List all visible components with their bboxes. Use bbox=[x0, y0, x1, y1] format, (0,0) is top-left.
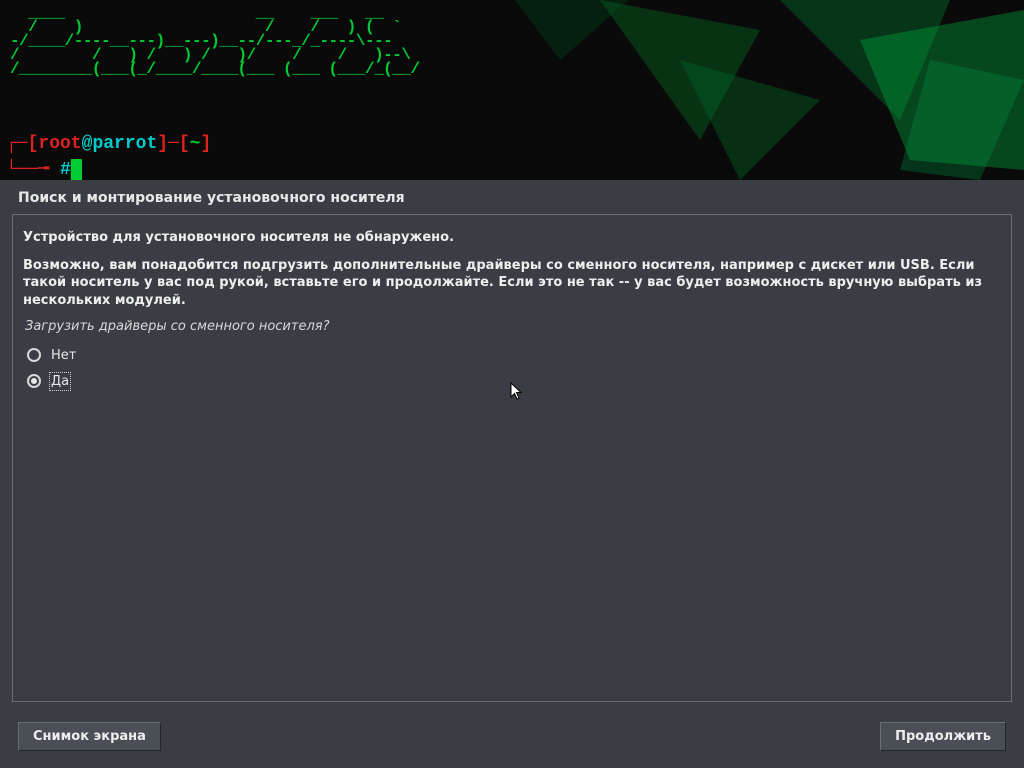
shell-prompt-line2: └──╼ #█ bbox=[6, 158, 82, 180]
footer-bar: Снимок экрана Продолжить bbox=[0, 722, 1024, 751]
option-yes-label: Да bbox=[51, 374, 69, 389]
radio-icon bbox=[27, 348, 41, 362]
shell-prompt-line1: ┌─[root@parrot]─[~] bbox=[6, 134, 211, 154]
option-yes[interactable]: Да bbox=[23, 368, 1001, 394]
main-panel: Устройство для установочного носителя не… bbox=[12, 214, 1012, 702]
page-title: Поиск и монтирование установочного носит… bbox=[0, 180, 1024, 214]
option-no[interactable]: Нет bbox=[23, 342, 1001, 368]
error-heading: Устройство для установочного носителя не… bbox=[23, 229, 1001, 247]
parrot-ascii-logo: ____ __ ___ __ / ) / / ) ( ` -/____/----… bbox=[10, 6, 420, 76]
radio-group: Нет Да bbox=[23, 342, 1001, 394]
question-text: Загрузить драйверы со сменного носителя? bbox=[25, 319, 1001, 334]
radio-icon bbox=[27, 374, 41, 388]
screenshot-button[interactable]: Снимок экрана bbox=[18, 722, 161, 751]
option-no-label: Нет bbox=[51, 348, 76, 363]
continue-button[interactable]: Продолжить bbox=[880, 722, 1006, 751]
installer-banner: ____ __ ___ __ / ) / / ) ( ` -/____/----… bbox=[0, 0, 1024, 180]
body-text: Возможно, вам понадобится подгрузить доп… bbox=[23, 257, 1001, 310]
